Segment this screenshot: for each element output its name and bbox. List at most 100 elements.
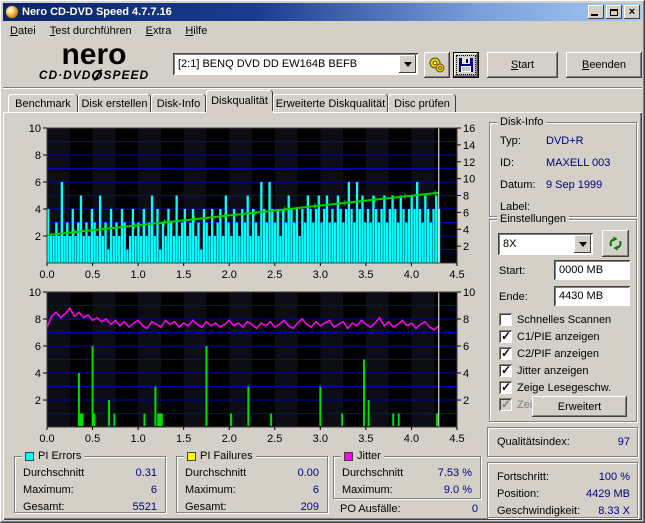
tab-erweiterte-diskqualit-t[interactable]: Erweiterte Diskqualität <box>273 94 388 113</box>
tab-benchmark[interactable]: Benchmark <box>8 94 78 113</box>
checkbox-jitter-anzeigen[interactable]: ✓ Jitter anzeigen <box>499 363 589 377</box>
toolbar: nero CD·DVD SPEED [2:1] BENQ DVD DD EW16… <box>3 40 642 88</box>
maximize-button[interactable] <box>606 5 622 19</box>
pi-failures-panel-title: PI Failures <box>200 450 253 462</box>
checkbox-box[interactable]: ✓ <box>499 329 512 343</box>
start-field[interactable]: 0000 MB <box>554 260 630 280</box>
menu-item-datei[interactable]: Datei <box>3 23 43 39</box>
tab-disc-pr-fen[interactable]: Disc prüfen <box>388 94 456 113</box>
end-field[interactable]: 4430 MB <box>554 286 630 306</box>
svg-text:8: 8 <box>463 314 469 326</box>
tab-diskqualit-t[interactable]: Diskqualität <box>206 90 273 113</box>
svg-text:4.5: 4.5 <box>449 433 464 442</box>
progress-row-geschwindigkeit-: Geschwindigkeit: 8.33 X <box>497 505 630 517</box>
svg-text:14: 14 <box>463 140 475 152</box>
svg-text:2.5: 2.5 <box>267 269 282 281</box>
logo-text: nero <box>61 38 127 71</box>
svg-text:2.0: 2.0 <box>222 433 237 442</box>
svg-text:4: 4 <box>463 368 469 380</box>
checkbox-label: C2/PIF anzeigen <box>517 347 599 360</box>
po-failures-label: PO Ausfälle: <box>340 503 401 515</box>
progress-panel: Fortschritt: 100 % Position: 4429 MB Geschwi… <box>487 462 638 518</box>
speed-select[interactable]: 8X <box>498 233 593 255</box>
logo-sub-right: SPEED <box>103 68 150 82</box>
disk-info-title: Disk-Info <box>500 116 544 128</box>
jitter-pif-chart: 2 4 6 8 10 2 4 6 8 10 0.0 0.5 1.0 1.5 2.0 2.5 3.0 3.5 4.0 4… <box>29 287 476 442</box>
svg-text:10: 10 <box>463 174 475 186</box>
svg-text:4: 4 <box>463 224 469 236</box>
stat-row-pi-errors-durchschnitt: Durchschnitt 0.31 <box>23 467 157 479</box>
svg-text:12: 12 <box>463 157 475 169</box>
checkbox-schnelles-scannen[interactable]: Schnelles Scannen <box>499 313 611 326</box>
progress-row-fortschritt-: Fortschritt: 100 % <box>497 471 630 483</box>
svg-text:4: 4 <box>35 204 41 216</box>
svg-text:4: 4 <box>35 368 41 380</box>
svg-text:4.0: 4.0 <box>404 269 419 281</box>
speed-select-dropdown-button[interactable] <box>574 235 591 253</box>
minimize-icon <box>591 14 598 16</box>
svg-text:16: 16 <box>463 123 475 135</box>
advanced-button[interactable]: Erweitert <box>532 396 627 417</box>
menu-item-hilfe[interactable]: Hilfe <box>178 23 214 39</box>
checkbox-box[interactable]: ✓ <box>499 380 512 394</box>
pi-failures-legend-swatch <box>187 451 196 461</box>
svg-text:2: 2 <box>463 241 469 253</box>
checkbox-box[interactable] <box>499 313 512 326</box>
speed-select-value: 8X <box>503 238 517 250</box>
tab-page-diskqualitaet: 2 4 6 8 10 2 4 6 8 10 12 14 16 0.0 0.5 1.0 1.5 2.0 2.5 3.0 3… <box>3 112 642 520</box>
po-failures-value: 0 <box>471 503 478 515</box>
jitter-legend-swatch <box>344 451 353 461</box>
refresh-button[interactable] <box>602 230 629 257</box>
svg-text:3.0: 3.0 <box>313 433 328 442</box>
svg-text:8: 8 <box>35 150 41 162</box>
stat-row-pi-errors-maximum-: Maximum: 6 <box>23 484 157 496</box>
checkbox-zeige-lesegeschw-[interactable]: ✓ Zeige Lesegeschw. <box>499 380 611 394</box>
menu-item-test-durchf-hren[interactable]: Test durchführen <box>43 23 139 39</box>
disk-info-row-datum-: Datum: 9 Sep 1999 <box>500 179 603 191</box>
svg-text:1.0: 1.0 <box>130 433 145 442</box>
close-icon: × <box>628 6 636 18</box>
app-icon <box>5 5 19 19</box>
checkbox-label: C1/PIE anzeigen <box>517 330 600 343</box>
svg-text:8: 8 <box>35 314 41 326</box>
drive-selector[interactable]: [2:1] BENQ DVD DD EW164B BEFB <box>173 53 418 75</box>
quality-index-panel: Qualitätsindex: 97 <box>487 427 638 457</box>
stat-row-pi-failures-durchschnitt: Durchschnitt 0.00 <box>185 467 319 479</box>
svg-text:0.5: 0.5 <box>85 269 100 281</box>
stat-row-pi-failures-gesamt-: Gesamt: 209 <box>185 501 319 513</box>
svg-text:10: 10 <box>463 287 475 299</box>
refresh-icon <box>609 236 622 251</box>
svg-text:6: 6 <box>35 341 41 353</box>
minimize-button[interactable] <box>588 5 604 19</box>
svg-text:3.5: 3.5 <box>358 433 373 442</box>
chevron-down-icon <box>403 61 412 67</box>
quit-button[interactable]: Beenden <box>566 52 642 78</box>
save-button[interactable] <box>453 52 479 78</box>
svg-text:8: 8 <box>463 191 469 203</box>
tab-disk-erstellen[interactable]: Disk erstellen <box>78 94 151 113</box>
disk-info-group: Disk-Info Typ: DVD+R ID: MAXELL 003 Datum: 9 … <box>489 116 637 217</box>
drive-selector-dropdown-button[interactable] <box>399 55 416 73</box>
close-button[interactable]: × <box>624 5 640 19</box>
menu-item-extra[interactable]: Extra <box>139 23 179 39</box>
progress-row-position-: Position: 4429 MB <box>497 488 630 500</box>
svg-text:6: 6 <box>35 177 41 189</box>
stat-row-pi-failures-maximum-: Maximum: 6 <box>185 484 319 496</box>
checkbox-box[interactable]: ✓ <box>499 346 512 360</box>
svg-text:6: 6 <box>463 341 469 353</box>
start-button[interactable]: Start <box>487 52 558 78</box>
stat-row-jitter-durchschnitt: Durchschnitt 7.53 % <box>342 467 472 479</box>
start-field-label: Start: <box>499 265 526 277</box>
checkbox-c1-pie-anzeigen[interactable]: ✓ C1/PIE anzeigen <box>499 329 600 343</box>
svg-text:0.0: 0.0 <box>39 269 54 281</box>
checkbox-c2-pif-anzeigen[interactable]: ✓ C2/PIF anzeigen <box>499 346 599 360</box>
tab-disk-info[interactable]: Disk-Info <box>151 94 206 113</box>
pi-errors-legend-swatch <box>25 451 34 461</box>
checkbox-label: Schnelles Scannen <box>517 313 612 326</box>
checkbox-box[interactable]: ✓ <box>499 397 512 411</box>
svg-text:2.5: 2.5 <box>267 433 282 442</box>
eject-options-button[interactable] <box>424 52 450 78</box>
svg-text:1.0: 1.0 <box>130 269 145 281</box>
window-title: Nero CD-DVD Speed 4.7.7.16 <box>22 6 172 18</box>
checkbox-box[interactable]: ✓ <box>499 363 512 377</box>
